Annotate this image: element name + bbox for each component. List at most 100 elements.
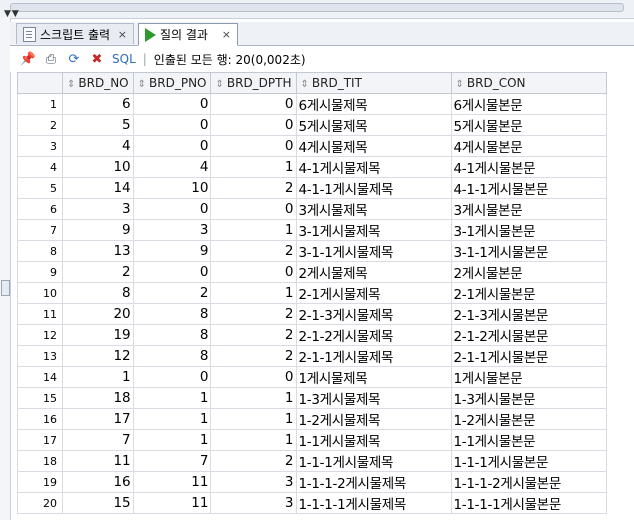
tab-query-result[interactable]: 질의 결과 × xyxy=(138,23,238,46)
cell-brd-pno[interactable]: 1 xyxy=(132,387,212,409)
cell-brd-pno[interactable]: 0 xyxy=(132,366,212,388)
cell-brd-no[interactable]: 11 xyxy=(62,450,134,472)
scrollbar-track[interactable] xyxy=(10,3,624,12)
cell-brd-con[interactable]: 1-3게시물본문 xyxy=(450,387,607,409)
table-row[interactable]: 16 17 1 1 1-2게시물제목 1-2게시물본문 xyxy=(17,408,607,430)
cell-brd-con[interactable]: 1-1-1-1게시물본문 xyxy=(450,492,607,514)
cell-brd-pno[interactable]: 8 xyxy=(132,345,212,367)
cell-brd-tit[interactable]: 2-1게시물제목 xyxy=(295,282,452,304)
tab-script-output[interactable]: 스크립트 출력 × xyxy=(16,23,134,44)
row-number[interactable]: 6 xyxy=(17,198,63,220)
table-row[interactable]: 20 15 11 3 1-1-1-1게시물제목 1-1-1-1게시물본문 xyxy=(17,492,607,514)
cell-brd-no[interactable]: 12 xyxy=(62,345,134,367)
row-number[interactable]: 14 xyxy=(17,366,63,388)
cell-brd-no[interactable]: 2 xyxy=(62,261,134,283)
cell-brd-dpth[interactable]: 0 xyxy=(210,135,297,157)
close-icon[interactable]: × xyxy=(222,28,231,41)
close-icon[interactable]: × xyxy=(118,28,127,41)
cell-brd-tit[interactable]: 2-1-3게시물제목 xyxy=(295,303,452,325)
cell-brd-dpth[interactable]: 0 xyxy=(210,366,297,388)
cell-brd-no[interactable]: 7 xyxy=(62,429,134,451)
cell-brd-dpth[interactable]: 0 xyxy=(210,198,297,220)
column-header[interactable]: ⇕ BRD_CON xyxy=(450,72,607,94)
pin-icon[interactable]: 📌 xyxy=(20,51,36,67)
row-number[interactable]: 4 xyxy=(17,156,63,178)
cell-brd-tit[interactable]: 2-1-1게시물제목 xyxy=(295,345,452,367)
cell-brd-tit[interactable]: 1-1-1-2게시물제목 xyxy=(295,471,452,493)
cell-brd-tit[interactable]: 1-3게시물제목 xyxy=(295,387,452,409)
table-row[interactable]: 8 13 9 2 3-1-1게시물제목 3-1-1게시물본문 xyxy=(17,240,607,262)
cell-brd-tit[interactable]: 1-1-1게시물제목 xyxy=(295,450,452,472)
top-scrollbar[interactable]: ▼▼ xyxy=(0,0,634,19)
cell-brd-con[interactable]: 2-1-1게시물본문 xyxy=(450,345,607,367)
cell-brd-pno[interactable]: 0 xyxy=(132,198,212,220)
cell-brd-tit[interactable]: 1게시물제목 xyxy=(295,366,452,388)
cell-brd-no[interactable]: 20 xyxy=(62,303,134,325)
cell-brd-tit[interactable]: 4-1게시물제목 xyxy=(295,156,452,178)
column-header[interactable]: ⇕ BRD_NO xyxy=(62,72,134,94)
cell-brd-no[interactable]: 18 xyxy=(62,387,134,409)
cell-brd-con[interactable]: 3-1게시물본문 xyxy=(450,219,607,241)
cell-brd-dpth[interactable]: 2 xyxy=(210,177,297,199)
row-number[interactable]: 12 xyxy=(17,324,63,346)
cell-brd-dpth[interactable]: 1 xyxy=(210,408,297,430)
cell-brd-pno[interactable]: 1 xyxy=(132,429,212,451)
row-number[interactable]: 9 xyxy=(17,261,63,283)
table-row[interactable]: 5 14 10 2 4-1-1게시물제목 4-1-1게시물본문 xyxy=(17,177,607,199)
cell-brd-no[interactable]: 5 xyxy=(62,114,134,136)
cell-brd-con[interactable]: 2-1게시물본문 xyxy=(450,282,607,304)
cell-brd-no[interactable]: 3 xyxy=(62,198,134,220)
splitter-grip-icon[interactable] xyxy=(1,280,10,296)
cell-brd-pno[interactable]: 8 xyxy=(132,303,212,325)
row-number[interactable]: 7 xyxy=(17,219,63,241)
cell-brd-pno[interactable]: 8 xyxy=(132,324,212,346)
cell-brd-dpth[interactable]: 3 xyxy=(210,492,297,514)
cell-brd-con[interactable]: 1-1-1게시물본문 xyxy=(450,450,607,472)
table-row[interactable]: 2 5 0 0 5게시물제목 5게시물본문 xyxy=(17,114,607,136)
row-number[interactable]: 19 xyxy=(17,471,63,493)
cell-brd-con[interactable]: 5게시물본문 xyxy=(450,114,607,136)
cell-brd-con[interactable]: 1-2게시물본문 xyxy=(450,408,607,430)
table-row[interactable]: 11 20 8 2 2-1-3게시물제목 2-1-3게시물본문 xyxy=(17,303,607,325)
column-header[interactable]: ⇕ BRD_PNO xyxy=(132,72,212,94)
table-row[interactable]: 12 19 8 2 2-1-2게시물제목 2-1-2게시물본문 xyxy=(17,324,607,346)
cell-brd-con[interactable]: 1게시물본문 xyxy=(450,366,607,388)
cell-brd-dpth[interactable]: 1 xyxy=(210,219,297,241)
row-number[interactable]: 1 xyxy=(17,93,63,115)
cell-brd-no[interactable]: 13 xyxy=(62,240,134,262)
cell-brd-no[interactable]: 4 xyxy=(62,135,134,157)
cell-brd-dpth[interactable]: 2 xyxy=(210,324,297,346)
cell-brd-con[interactable]: 2-1-2게시물본문 xyxy=(450,324,607,346)
cell-brd-tit[interactable]: 3-1-1게시물제목 xyxy=(295,240,452,262)
cell-brd-con[interactable]: 2-1-3게시물본문 xyxy=(450,303,607,325)
cell-brd-no[interactable]: 16 xyxy=(62,471,134,493)
cell-brd-dpth[interactable]: 1 xyxy=(210,387,297,409)
cell-brd-con[interactable]: 2게시물본문 xyxy=(450,261,607,283)
row-number[interactable]: 11 xyxy=(17,303,63,325)
table-row[interactable]: 15 18 1 1 1-3게시물제목 1-3게시물본문 xyxy=(17,387,607,409)
table-row[interactable]: 4 10 4 1 4-1게시물제목 4-1게시물본문 xyxy=(17,156,607,178)
cell-brd-dpth[interactable]: 1 xyxy=(210,156,297,178)
cell-brd-con[interactable]: 3게시물본문 xyxy=(450,198,607,220)
cell-brd-no[interactable]: 10 xyxy=(62,156,134,178)
cell-brd-tit[interactable]: 3게시물제목 xyxy=(295,198,452,220)
cell-brd-con[interactable]: 1-1-1-2게시물본문 xyxy=(450,471,607,493)
cell-brd-tit[interactable]: 2게시물제목 xyxy=(295,261,452,283)
cell-brd-no[interactable]: 19 xyxy=(62,324,134,346)
cell-brd-no[interactable]: 1 xyxy=(62,366,134,388)
cell-brd-tit[interactable]: 4-1-1게시물제목 xyxy=(295,177,452,199)
cell-brd-con[interactable]: 4게시물본문 xyxy=(450,135,607,157)
table-row[interactable]: 19 16 11 3 1-1-1-2게시물제목 1-1-1-2게시물본문 xyxy=(17,471,607,493)
table-row[interactable]: 6 3 0 0 3게시물제목 3게시물본문 xyxy=(17,198,607,220)
cell-brd-no[interactable]: 14 xyxy=(62,177,134,199)
cell-brd-dpth[interactable]: 0 xyxy=(210,261,297,283)
table-row[interactable]: 18 11 7 2 1-1-1게시물제목 1-1-1게시물본문 xyxy=(17,450,607,472)
cell-brd-tit[interactable]: 3-1게시물제목 xyxy=(295,219,452,241)
cell-brd-dpth[interactable]: 0 xyxy=(210,93,297,115)
column-header[interactable]: ⇕ BRD_DPTH xyxy=(210,72,297,94)
result-grid[interactable]: ⇕ BRD_NO ⇕ BRD_PNO ⇕ BRD_DPTH ⇕ BRD_TIT ⇕ BRD… xyxy=(17,72,607,514)
table-row[interactable]: 9 2 0 0 2게시물제목 2게시물본문 xyxy=(17,261,607,283)
row-number[interactable]: 16 xyxy=(17,408,63,430)
cell-brd-tit[interactable]: 1-1게시물제목 xyxy=(295,429,452,451)
cell-brd-con[interactable]: 6게시물본문 xyxy=(450,93,607,115)
